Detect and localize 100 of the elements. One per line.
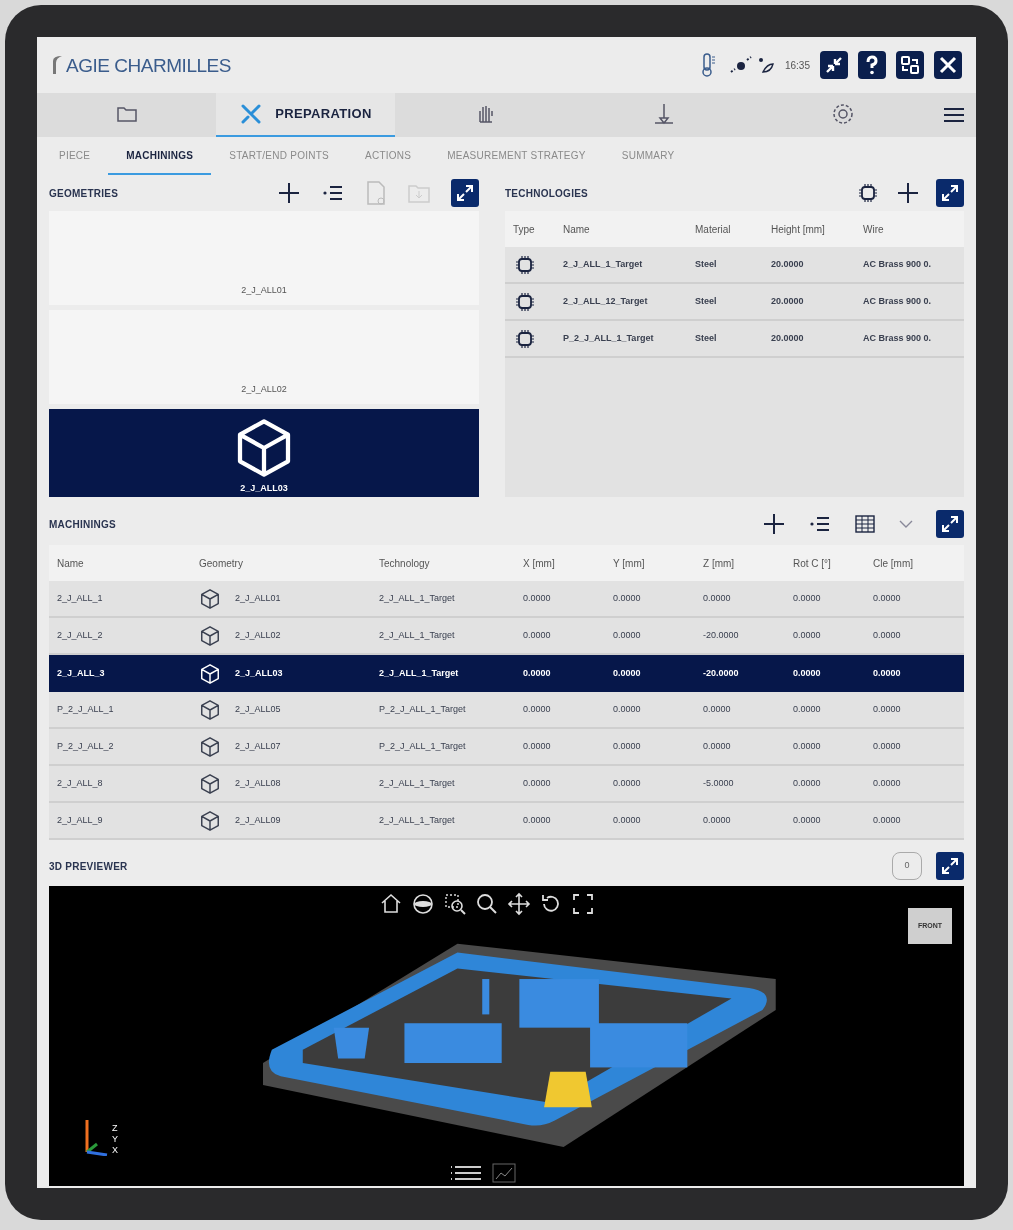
column-header: Wire — [863, 222, 885, 237]
table-cell-text: 0.0000 — [793, 739, 822, 753]
table-cell-text: 0.0000 — [613, 776, 642, 790]
minimize-button[interactable] — [820, 51, 848, 79]
table-cell-text: P_2_J_ALL_1_Target — [563, 331, 655, 345]
expand-button[interactable] — [936, 179, 964, 207]
machining-row[interactable]: P_2_J_ALL_1 2_J_ALL05 P_2_J_ALL_1_Target 0.0000 0.0000 0.0000 0.0000 0.0000 — [49, 692, 964, 729]
switch-window-icon — [899, 54, 921, 76]
table-cell-text: 0.0000 — [873, 591, 902, 605]
table-cell-text: 2_J_ALL_1_Target — [379, 591, 456, 605]
sub-tab[interactable]: MACHININGS — [108, 137, 212, 175]
main-tab[interactable]: PREPARATION — [216, 93, 395, 137]
cube-icon — [199, 809, 221, 832]
chart-icon[interactable] — [491, 1162, 517, 1184]
table-cell-text: 2_J_ALL_1_Target — [379, 813, 456, 827]
table-cell-text: 0.0000 — [873, 666, 902, 680]
table-cell-text: 2_J_ALL09 — [235, 813, 281, 827]
close-icon — [937, 54, 959, 76]
panel-title: 3D PREVIEWER — [49, 859, 129, 874]
table-cell-text: 0.0000 — [613, 739, 642, 753]
table-cell-text: 0.0000 — [873, 813, 902, 827]
table-cell-text: 2_J_ALL08 — [235, 776, 281, 790]
table-cell-text: 0.0000 — [793, 591, 822, 605]
table-cell-text: 20.0000 — [771, 331, 805, 345]
orbit-icon[interactable] — [411, 892, 435, 916]
warnings-button[interactable]: 0 — [892, 852, 922, 880]
panel-title: MACHININGS — [49, 517, 117, 532]
table-cell-text: Steel — [695, 331, 718, 345]
expand-button[interactable] — [936, 852, 964, 880]
table-cell-text: 2_J_ALL_9 — [57, 813, 104, 827]
table-cell-text: P_2_J_ALL_1_Target — [379, 739, 467, 753]
table-cell-text: 0.0000 — [873, 739, 902, 753]
geometry-label: 2_J_ALL01 — [241, 283, 287, 297]
brand-logo: AGIE CHARMILLES — [66, 56, 231, 75]
table-cell-text: 0.0000 — [793, 628, 822, 642]
axis-label: Y — [112, 1134, 118, 1145]
help-button[interactable] — [858, 51, 886, 79]
table-cell-text: 2_J_ALL_1_Target — [379, 776, 456, 790]
close-button[interactable] — [934, 51, 962, 79]
add-icon[interactable] — [896, 181, 920, 205]
cube-icon — [199, 587, 221, 610]
table-cell-text: 0.0000 — [523, 813, 552, 827]
table-cell-text: 0.0000 — [873, 628, 902, 642]
table-cell-text: 2_J_ALL03 — [235, 666, 283, 680]
machining-row[interactable]: 2_J_ALL_9 2_J_ALL09 2_J_ALL_1_Target 0.0000 0.0000 0.0000 0.0000 0.0000 — [49, 803, 964, 840]
table-cell-text: 2_J_ALL_12_Target — [563, 294, 649, 308]
table-cell-text: 0.0000 — [703, 813, 732, 827]
machining-row[interactable]: P_2_J_ALL_2 2_J_ALL07 P_2_J_ALL_1_Target 0.0000 0.0000 0.0000 0.0000 0.0000 — [49, 729, 964, 766]
table-cell-text: 0.0000 — [873, 776, 902, 790]
table-cell-text: 2_J_ALL_1_Target — [563, 257, 644, 271]
expand-icon — [455, 183, 475, 203]
geometry-card[interactable]: 2_J_ALL02 — [49, 310, 479, 404]
table-cell-text: 0.0000 — [793, 776, 822, 790]
clock-time: 16:35 — [784, 58, 810, 73]
expand-button[interactable] — [936, 510, 964, 538]
column-header: Cle [mm] — [873, 556, 914, 571]
add-icon[interactable] — [762, 512, 786, 536]
geometry-label: 2_J_ALL03 — [240, 482, 288, 496]
column-header: Rot C [°] — [793, 556, 832, 571]
table-cell-text: P_2_J_ALL_2 — [57, 739, 115, 753]
axis-label: Z — [112, 1123, 118, 1134]
column-header: Type — [513, 222, 536, 237]
zoom-window-icon[interactable] — [443, 892, 467, 916]
table-cell-text: 2_J_ALL05 — [235, 702, 281, 716]
gear-icon — [830, 102, 855, 126]
column-header: Y [mm] — [613, 556, 646, 571]
table-icon[interactable] — [854, 513, 876, 535]
machining-row[interactable]: 2_J_ALL_1 2_J_ALL01 2_J_ALL_1_Target 0.0000 0.0000 0.0000 0.0000 0.0000 — [49, 581, 964, 618]
column-header: Z [mm] — [703, 556, 736, 571]
search-icon[interactable] — [475, 892, 499, 916]
table-cell-text: AC Brass 900 0. — [863, 257, 933, 271]
add-icon[interactable] — [277, 181, 301, 205]
expand-icon — [940, 183, 960, 203]
table-cell-text: P_2_J_ALL_1_Target — [379, 702, 467, 716]
machining-row[interactable]: 2_J_ALL_8 2_J_ALL08 2_J_ALL_1_Target 0.0000 0.0000 -5.0000 0.0000 0.0000 — [49, 766, 964, 803]
pan-icon[interactable] — [507, 892, 531, 916]
table-cell-text: Steel — [695, 294, 718, 308]
cube-icon — [199, 662, 221, 685]
table-cell-text: 2_J_ALL_1_Target — [379, 666, 460, 680]
fit-view-icon[interactable] — [571, 892, 595, 916]
switch-window-button[interactable] — [896, 51, 924, 79]
machining-row[interactable]: 2_J_ALL_3 2_J_ALL03 2_J_ALL_1_Target 0.0000 0.0000 -20.0000 0.0000 0.0000 — [49, 655, 964, 692]
column-header: X [mm] — [523, 556, 556, 571]
table-cell-text: -5.0000 — [703, 776, 735, 790]
technology-chip-icon — [856, 181, 880, 205]
geometry-card[interactable]: 2_J_ALL01 — [49, 211, 479, 305]
column-header: Name — [563, 222, 591, 237]
table-cell-text: 0.0000 — [523, 776, 552, 790]
column-header: Geometry — [199, 556, 244, 571]
table-cell-text: 0.0000 — [613, 702, 642, 716]
home-icon[interactable] — [379, 892, 403, 916]
expand-button[interactable] — [451, 179, 479, 207]
table-cell-text: 2_J_ALL02 — [235, 628, 281, 642]
geometry-card[interactable]: 2_J_ALL03 — [49, 409, 479, 497]
table-cell-text: 2_J_ALL_8 — [57, 776, 104, 790]
table-cell-text: 0.0000 — [793, 813, 822, 827]
table-cell-text: 0.0000 — [523, 666, 552, 680]
table-cell-text: 0.0000 — [613, 591, 642, 605]
table-cell-text: 0.0000 — [703, 591, 732, 605]
table-cell-text: 2_J_ALL_2 — [57, 628, 104, 642]
